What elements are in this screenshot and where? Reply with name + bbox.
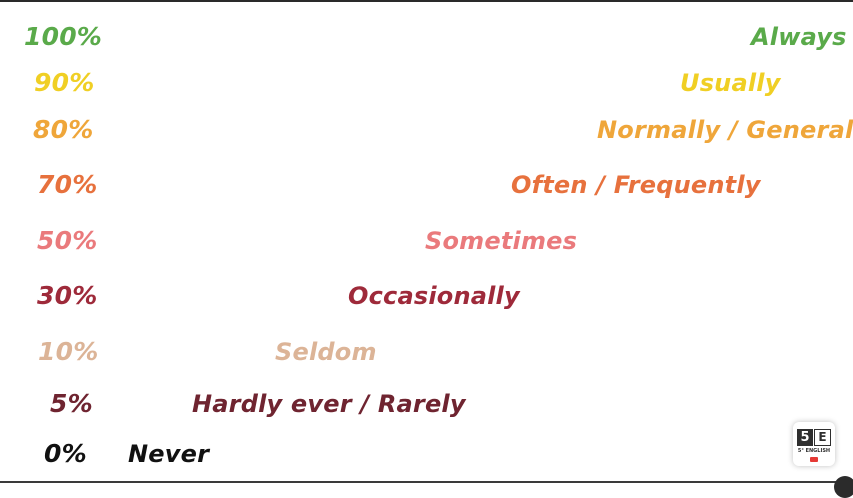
percent-label: 30% — [37, 281, 98, 310]
percent-label: 0% — [44, 439, 87, 468]
adverb-label: Sometimes — [425, 227, 578, 255]
percent-label: 70% — [37, 170, 98, 199]
adverb-label: Hardly ever / Rarely — [192, 390, 466, 418]
top-border — [0, 0, 853, 2]
adverb-label: Never — [128, 440, 210, 468]
logo-caption: 5° ENGLISH — [797, 448, 831, 454]
percent-label: 80% — [33, 115, 94, 144]
play-icon — [810, 457, 818, 462]
adverb-label: Often / Frequently — [511, 171, 761, 199]
adverb-label: Always — [751, 23, 847, 51]
bottom-border — [0, 481, 853, 483]
percent-label: 90% — [34, 68, 95, 97]
percent-label: 5% — [50, 389, 93, 418]
percent-label: 100% — [24, 22, 103, 51]
adverb-label: Normally / Generally — [597, 116, 853, 144]
logo-number: 5 — [797, 429, 813, 446]
adverb-label: Seldom — [275, 338, 377, 366]
channel-logo[interactable]: 5 E 5° ENGLISH — [793, 422, 835, 466]
adverb-label: Usually — [680, 69, 781, 97]
percent-label: 10% — [38, 337, 99, 366]
corner-circle-icon — [834, 476, 853, 498]
percent-label: 50% — [37, 226, 98, 255]
adverb-label: Occasionally — [348, 282, 520, 310]
logo-letter: E — [814, 429, 831, 446]
